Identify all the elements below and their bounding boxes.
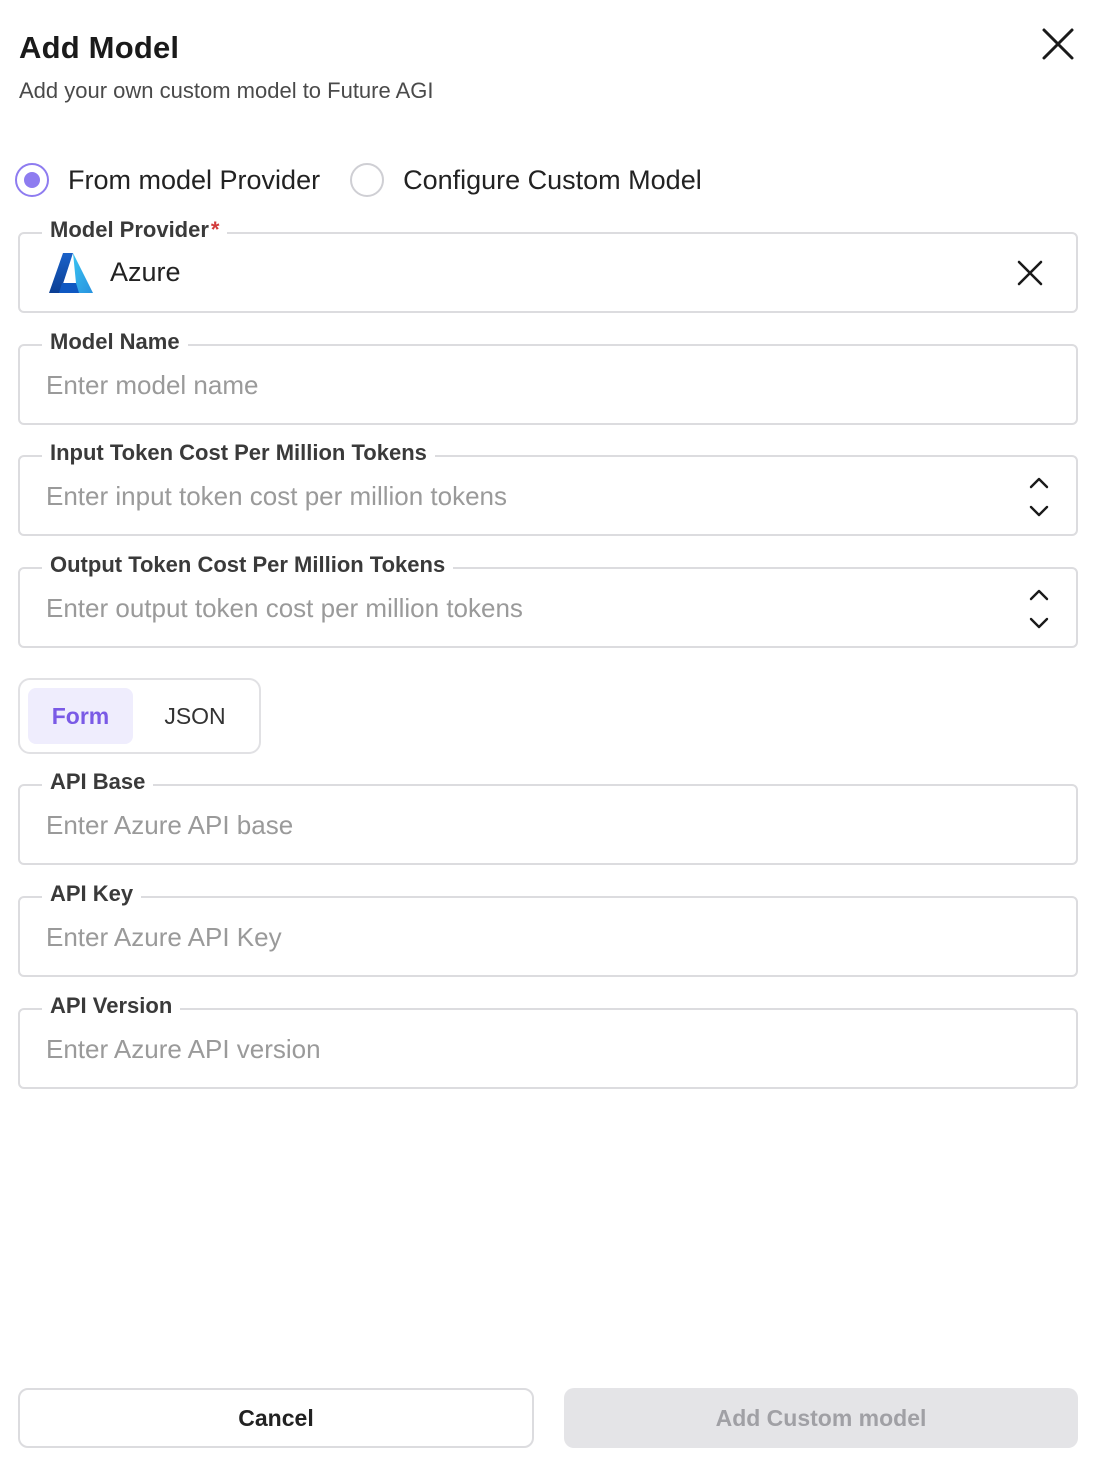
model-name-label: Model Name [42, 329, 188, 355]
clear-provider-button[interactable] [1015, 258, 1045, 288]
chevron-up-icon [1029, 477, 1049, 489]
api-key-field: API Key [18, 881, 1078, 977]
model-source-radio-group: From model Provider Configure Custom Mod… [15, 160, 732, 200]
api-key-label: API Key [42, 881, 142, 907]
chevron-up-icon [1029, 589, 1049, 601]
api-base-label: API Base [42, 769, 154, 795]
radio-configure-custom[interactable]: Configure Custom Model [350, 163, 702, 197]
output-token-cost-input[interactable] [46, 591, 1006, 625]
output-token-cost-field: Output Token Cost Per Million Tokens [18, 552, 1078, 648]
radio-checked-icon [15, 163, 49, 197]
api-base-input[interactable] [46, 808, 1006, 842]
radio-label-from-provider: From model Provider [68, 164, 321, 195]
api-key-input[interactable] [46, 920, 1006, 954]
model-provider-value: Azure [110, 257, 181, 287]
radio-unchecked-icon [350, 163, 385, 197]
cancel-button[interactable]: Cancel [18, 1388, 534, 1448]
model-name-input[interactable] [46, 368, 1006, 402]
close-dialog-button[interactable] [1038, 24, 1078, 64]
decrement-button[interactable] [1024, 497, 1054, 525]
tab-form[interactable]: Form [28, 688, 133, 744]
radio-label-configure-custom: Configure Custom Model [403, 164, 702, 195]
api-version-label: API Version [42, 993, 181, 1019]
api-version-field: API Version [18, 993, 1078, 1089]
chevron-down-icon [1029, 505, 1049, 517]
dialog-subtitle: Add your own custom model to Future AGI [19, 78, 434, 103]
azure-logo-icon [49, 253, 93, 293]
output-cost-stepper [1024, 581, 1054, 637]
radio-from-provider[interactable]: From model Provider [15, 163, 320, 197]
model-provider-select[interactable]: Model Provider* Azure [18, 217, 1078, 313]
input-token-cost-label: Input Token Cost Per Million Tokens [42, 440, 435, 466]
add-custom-model-button[interactable]: Add Custom model [564, 1388, 1078, 1448]
close-icon [1042, 28, 1074, 60]
output-token-cost-label: Output Token Cost Per Million Tokens [42, 552, 454, 578]
model-name-field: Model Name [18, 329, 1078, 425]
decrement-button[interactable] [1024, 609, 1054, 637]
api-base-field: API Base [18, 769, 1078, 865]
dialog-title: Add Model [19, 30, 180, 65]
close-icon [1017, 260, 1043, 286]
required-asterisk: * [210, 217, 220, 242]
form-json-toggle: Form JSON [18, 678, 261, 754]
api-version-input[interactable] [46, 1032, 1006, 1066]
input-token-cost-field: Input Token Cost Per Million Tokens [18, 440, 1078, 536]
increment-button[interactable] [1024, 469, 1054, 497]
chevron-down-icon [1029, 617, 1049, 629]
input-cost-stepper [1024, 469, 1054, 525]
increment-button[interactable] [1024, 581, 1054, 609]
input-token-cost-input[interactable] [46, 479, 1006, 513]
model-provider-label: Model Provider* [42, 217, 228, 243]
tab-json[interactable]: JSON [145, 688, 245, 744]
